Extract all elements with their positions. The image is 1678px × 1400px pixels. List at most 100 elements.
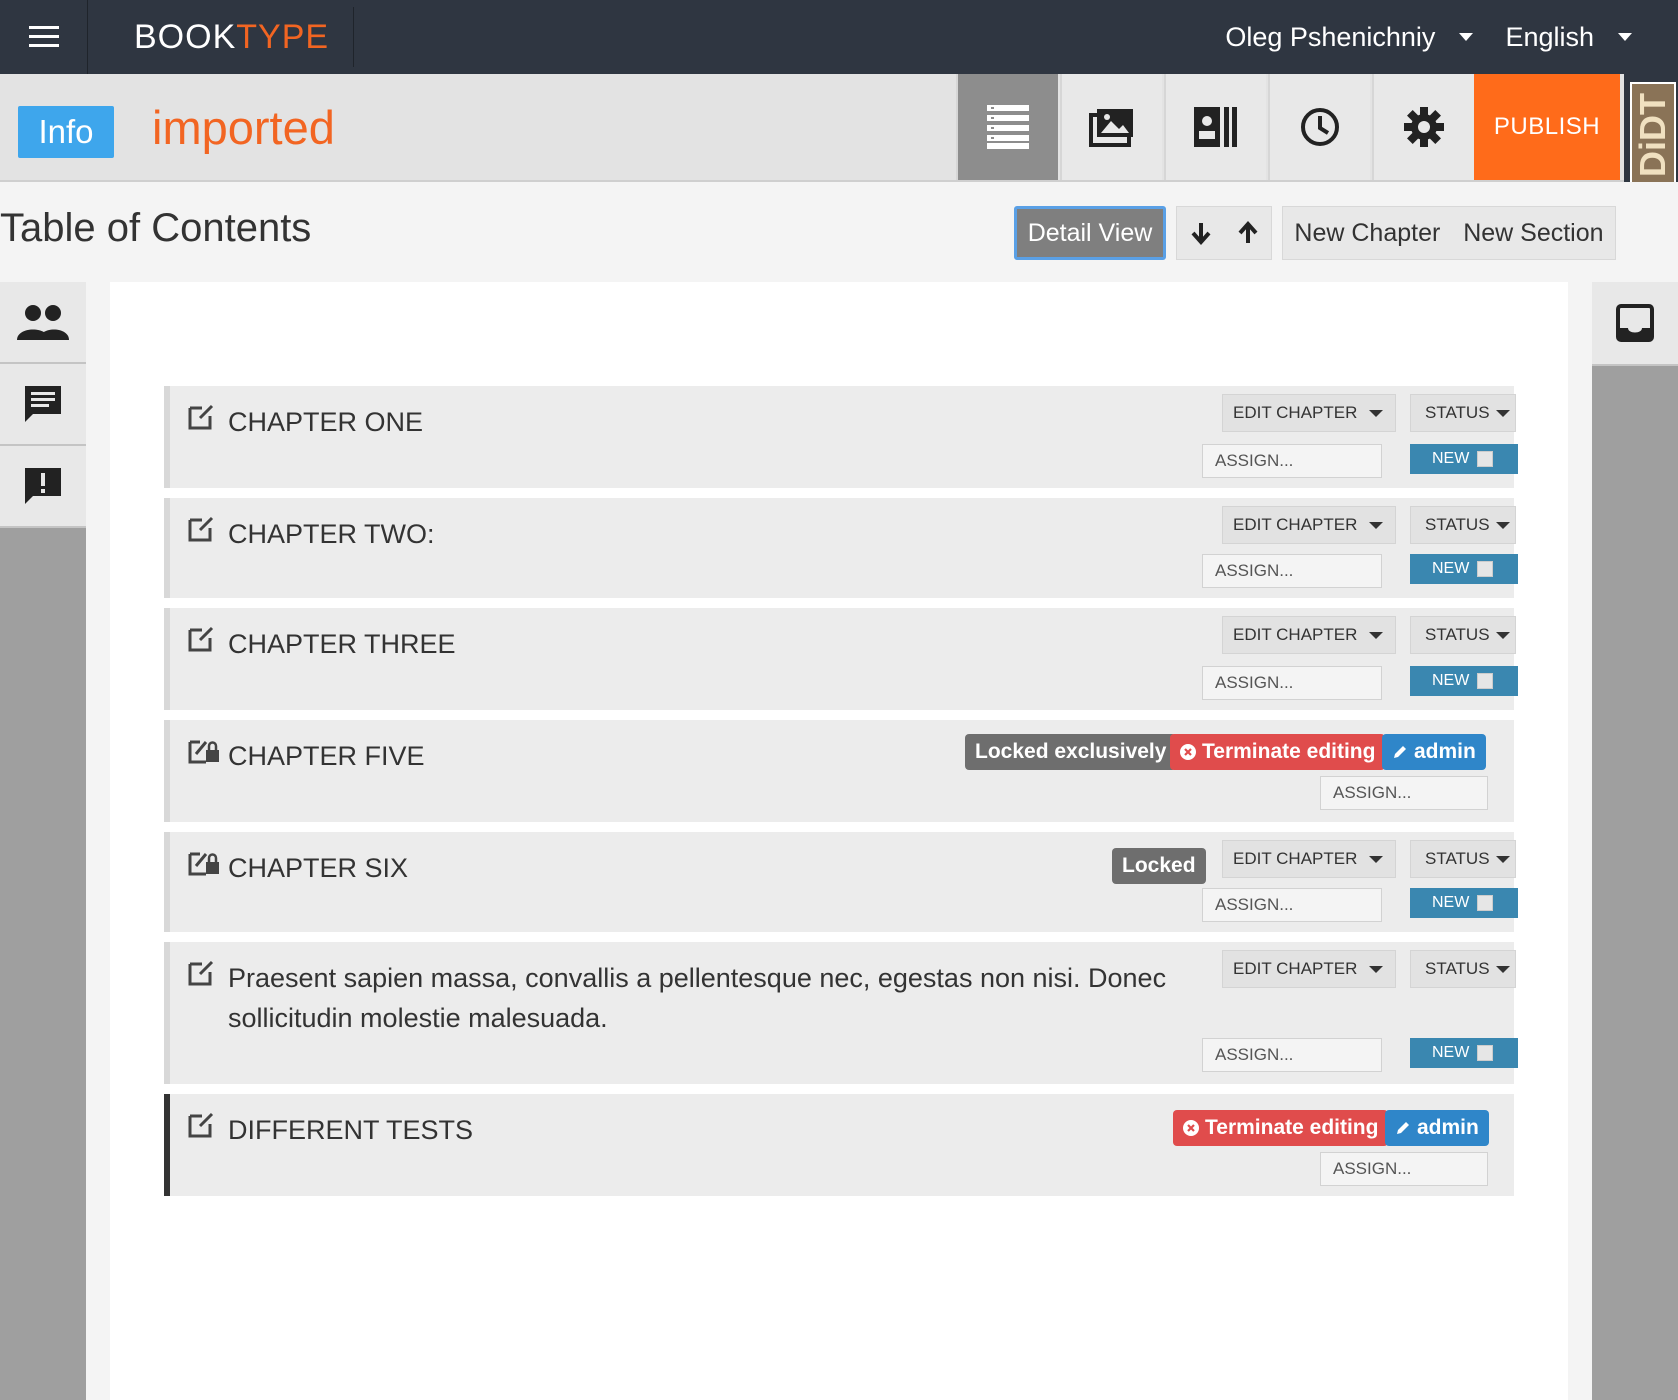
checkbox[interactable] bbox=[1477, 673, 1494, 689]
chapter-item[interactable]: CHAPTER TWO: EDIT CHAPTER STATUS ASSIGN.… bbox=[164, 498, 1518, 598]
new-status-button[interactable]: NEW bbox=[1410, 554, 1518, 584]
arrow-up-icon[interactable] bbox=[1237, 221, 1259, 245]
edit-icon[interactable] bbox=[188, 514, 216, 542]
chapter-item[interactable]: CHAPTER SIX Locked EDIT CHAPTER STATUS A… bbox=[164, 832, 1518, 932]
gear-icon bbox=[1404, 107, 1444, 147]
pencil-icon bbox=[1394, 746, 1406, 758]
status-dropdown[interactable]: STATUS bbox=[1410, 506, 1516, 544]
chapter-item[interactable]: Praesent sapien massa, convallis a pelle… bbox=[164, 942, 1518, 1084]
terminate-editing-button[interactable]: Terminate editing bbox=[1173, 1110, 1389, 1146]
checkbox[interactable] bbox=[1477, 451, 1494, 467]
left-sidebar bbox=[0, 282, 86, 1400]
arrow-down-icon[interactable] bbox=[1190, 221, 1212, 245]
chevron-down-icon bbox=[1459, 33, 1474, 41]
chapter-title[interactable]: Praesent sapien massa, convallis a pelle… bbox=[228, 958, 1168, 1038]
new-chapter-button[interactable]: New Chapter bbox=[1294, 219, 1440, 248]
new-status-button[interactable]: NEW bbox=[1410, 666, 1518, 696]
people-icon bbox=[17, 305, 69, 340]
edit-icon[interactable] bbox=[188, 402, 216, 430]
edit-chapter-dropdown[interactable]: EDIT CHAPTER bbox=[1222, 616, 1396, 654]
toc-tool-button[interactable] bbox=[956, 74, 1058, 180]
edit-chapter-dropdown[interactable]: EDIT CHAPTER bbox=[1222, 840, 1396, 878]
logo-type: TYPE bbox=[236, 17, 330, 56]
info-button[interactable]: Info bbox=[18, 106, 114, 158]
users-button[interactable] bbox=[0, 282, 86, 364]
new-section-button[interactable]: New Section bbox=[1463, 219, 1603, 248]
edit-chapter-dropdown[interactable]: EDIT CHAPTER bbox=[1222, 506, 1396, 544]
plugin-widget[interactable]: DiDT bbox=[1624, 74, 1678, 194]
caret-down-icon bbox=[1369, 855, 1383, 863]
chapter-title[interactable]: CHAPTER TWO: bbox=[228, 514, 435, 554]
status-dropdown[interactable]: STATUS bbox=[1410, 950, 1516, 988]
edit-chapter-dropdown[interactable]: EDIT CHAPTER bbox=[1222, 394, 1396, 432]
detail-view-button[interactable]: Detail View bbox=[1014, 206, 1166, 260]
plugin-logo: DiDT bbox=[1630, 82, 1676, 188]
chapter-list: CHAPTER ONE EDIT CHAPTER STATUS ASSIGN..… bbox=[164, 386, 1518, 1206]
admin-user-badge[interactable]: admin bbox=[1385, 1110, 1489, 1146]
checkbox[interactable] bbox=[1477, 895, 1494, 911]
chevron-down-icon bbox=[1618, 33, 1632, 41]
settings-tool-button[interactable] bbox=[1372, 74, 1474, 180]
edit-icon[interactable] bbox=[188, 624, 216, 652]
caret-down-icon bbox=[1369, 631, 1383, 639]
edit-locked-icon bbox=[188, 740, 219, 764]
chapter-item-selected[interactable]: DIFFERENT TESTS Terminate editing admin … bbox=[164, 1094, 1514, 1196]
chapter-item[interactable]: CHAPTER THREE EDIT CHAPTER STATUS ASSIGN… bbox=[164, 608, 1518, 710]
top-navbar: BOOK TYPE Oleg Pshenichniy English bbox=[0, 0, 1678, 74]
user-menu[interactable]: Oleg Pshenichniy bbox=[1225, 22, 1474, 53]
chapter-title[interactable]: CHAPTER SIX bbox=[228, 848, 408, 888]
clock-icon bbox=[1301, 108, 1339, 146]
language-menu[interactable]: English bbox=[1505, 22, 1632, 53]
status-dropdown[interactable]: STATUS bbox=[1410, 840, 1516, 878]
caret-down-icon bbox=[1495, 521, 1510, 529]
notifications-button[interactable] bbox=[0, 446, 86, 528]
assign-input[interactable]: ASSIGN... bbox=[1202, 666, 1382, 700]
chapter-item[interactable]: CHAPTER FIVE Locked exclusively Terminat… bbox=[164, 720, 1514, 822]
new-status-button[interactable]: NEW bbox=[1410, 888, 1518, 918]
booktype-logo[interactable]: BOOK TYPE bbox=[88, 7, 355, 67]
chat-icon bbox=[25, 386, 61, 422]
checkbox[interactable] bbox=[1477, 1045, 1494, 1061]
edit-chapter-dropdown[interactable]: EDIT CHAPTER bbox=[1222, 950, 1396, 988]
book-toolbar: Info imported PUBLISH DiDT bbox=[0, 74, 1678, 194]
chat-button[interactable] bbox=[0, 364, 86, 446]
caret-down-icon bbox=[1495, 409, 1510, 417]
expand-collapse-group bbox=[1176, 206, 1272, 260]
caret-down-icon bbox=[1369, 965, 1383, 973]
assign-input[interactable]: ASSIGN... bbox=[1202, 444, 1382, 478]
covers-tool-button[interactable] bbox=[1164, 74, 1266, 180]
alert-icon bbox=[25, 468, 61, 504]
terminate-editing-button[interactable]: Terminate editing bbox=[1170, 734, 1386, 770]
admin-user-badge[interactable]: admin bbox=[1382, 734, 1486, 770]
caret-down-icon bbox=[1495, 965, 1510, 973]
chapter-title[interactable]: CHAPTER THREE bbox=[228, 624, 456, 664]
edit-icon[interactable] bbox=[188, 1110, 216, 1138]
publish-button[interactable]: PUBLISH bbox=[1474, 74, 1620, 180]
chapter-item[interactable]: CHAPTER ONE EDIT CHAPTER STATUS ASSIGN..… bbox=[164, 386, 1518, 488]
chapter-title[interactable]: CHAPTER FIVE bbox=[228, 736, 425, 776]
edit-locked-icon bbox=[188, 852, 219, 876]
checkbox[interactable] bbox=[1477, 561, 1494, 577]
assign-input[interactable]: ASSIGN... bbox=[1320, 776, 1488, 810]
chapter-title[interactable]: CHAPTER ONE bbox=[228, 402, 423, 442]
status-dropdown[interactable]: STATUS bbox=[1410, 394, 1516, 432]
caret-down-icon bbox=[1369, 521, 1383, 529]
assign-input[interactable]: ASSIGN... bbox=[1320, 1152, 1488, 1186]
media-tool-button[interactable] bbox=[1060, 74, 1162, 180]
pencil-icon bbox=[1397, 1122, 1409, 1134]
locked-exclusively-badge: Locked exclusively bbox=[965, 734, 1177, 770]
chapter-title[interactable]: DIFFERENT TESTS bbox=[228, 1110, 473, 1150]
inbox-button[interactable] bbox=[1592, 282, 1678, 366]
assign-input[interactable]: ASSIGN... bbox=[1202, 554, 1382, 588]
edit-icon[interactable] bbox=[188, 958, 216, 986]
menu-icon[interactable] bbox=[0, 0, 88, 74]
new-status-button[interactable]: NEW bbox=[1410, 1038, 1518, 1068]
history-tool-button[interactable] bbox=[1268, 74, 1370, 180]
assign-input[interactable]: ASSIGN... bbox=[1202, 888, 1382, 922]
new-status-button[interactable]: NEW bbox=[1410, 444, 1518, 474]
caret-down-icon bbox=[1495, 855, 1510, 863]
status-dropdown[interactable]: STATUS bbox=[1410, 616, 1516, 654]
book-barcode-icon bbox=[1194, 107, 1237, 147]
assign-input[interactable]: ASSIGN... bbox=[1202, 1038, 1382, 1072]
close-circle-icon bbox=[1183, 1120, 1199, 1136]
